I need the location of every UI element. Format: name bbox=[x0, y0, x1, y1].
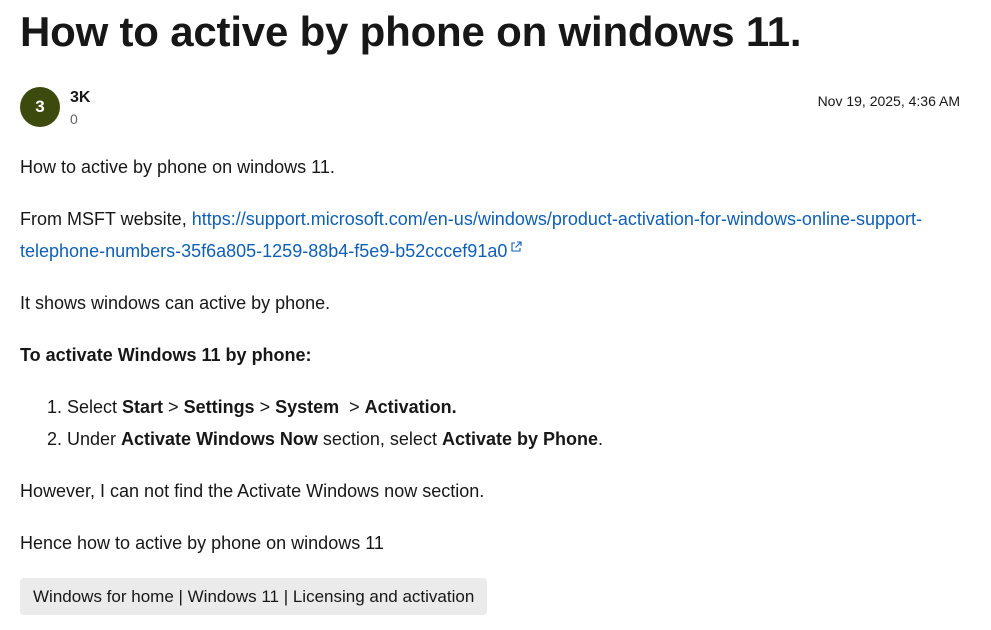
step-text: . bbox=[598, 429, 604, 449]
author-reputation: 0 bbox=[70, 111, 78, 127]
body-paragraph-claim: It shows windows can active by phone. bbox=[20, 293, 331, 313]
tag-chip[interactable]: Windows for home | Windows 11 | Licensin… bbox=[20, 578, 488, 615]
instruction-steps: Select Start > Settings > System > Activ… bbox=[20, 391, 603, 455]
step-start: Start bbox=[122, 397, 164, 417]
step-text: section, select bbox=[317, 429, 442, 449]
source-prefix: From MSFT website, bbox=[20, 209, 192, 229]
body-paragraph-source: From MSFT website, https://support.micro… bbox=[20, 203, 960, 267]
step-activation: Activation. bbox=[364, 397, 457, 417]
author-name[interactable]: 3K bbox=[70, 88, 90, 108]
body-paragraph-problem: However, I can not find the Activate Win… bbox=[20, 481, 485, 501]
step-separator: > bbox=[254, 397, 276, 417]
step-action: Activate by Phone bbox=[441, 429, 598, 449]
instructions-heading: To activate Windows 11 by phone: bbox=[20, 345, 312, 365]
step-section: Activate Windows Now bbox=[121, 429, 318, 449]
external-link-icon bbox=[511, 241, 522, 252]
list-item: Under Activate Windows Now section, sele… bbox=[67, 423, 603, 455]
post-date: Nov 19, 2025, 4:36 AM bbox=[817, 93, 960, 109]
avatar[interactable]: 3 bbox=[20, 87, 60, 127]
list-item: Select Start > Settings > System > Activ… bbox=[67, 391, 603, 423]
step-system: System bbox=[275, 397, 340, 417]
body-paragraph-question: Hence how to active by phone on windows … bbox=[20, 533, 384, 553]
step-separator: > bbox=[163, 397, 184, 417]
step-separator: > bbox=[339, 397, 365, 417]
body-paragraph-intro: How to active by phone on windows 11. bbox=[20, 157, 335, 177]
step-text: Select bbox=[67, 397, 123, 417]
step-settings: Settings bbox=[183, 397, 255, 417]
author-row: 3 3K 0 Nov 19, 2025, 4:36 AM bbox=[20, 86, 960, 130]
step-text: Under bbox=[67, 429, 122, 449]
page-title: How to active by phone on windows 11. bbox=[20, 8, 802, 55]
avatar-initial: 3 bbox=[35, 97, 45, 116]
